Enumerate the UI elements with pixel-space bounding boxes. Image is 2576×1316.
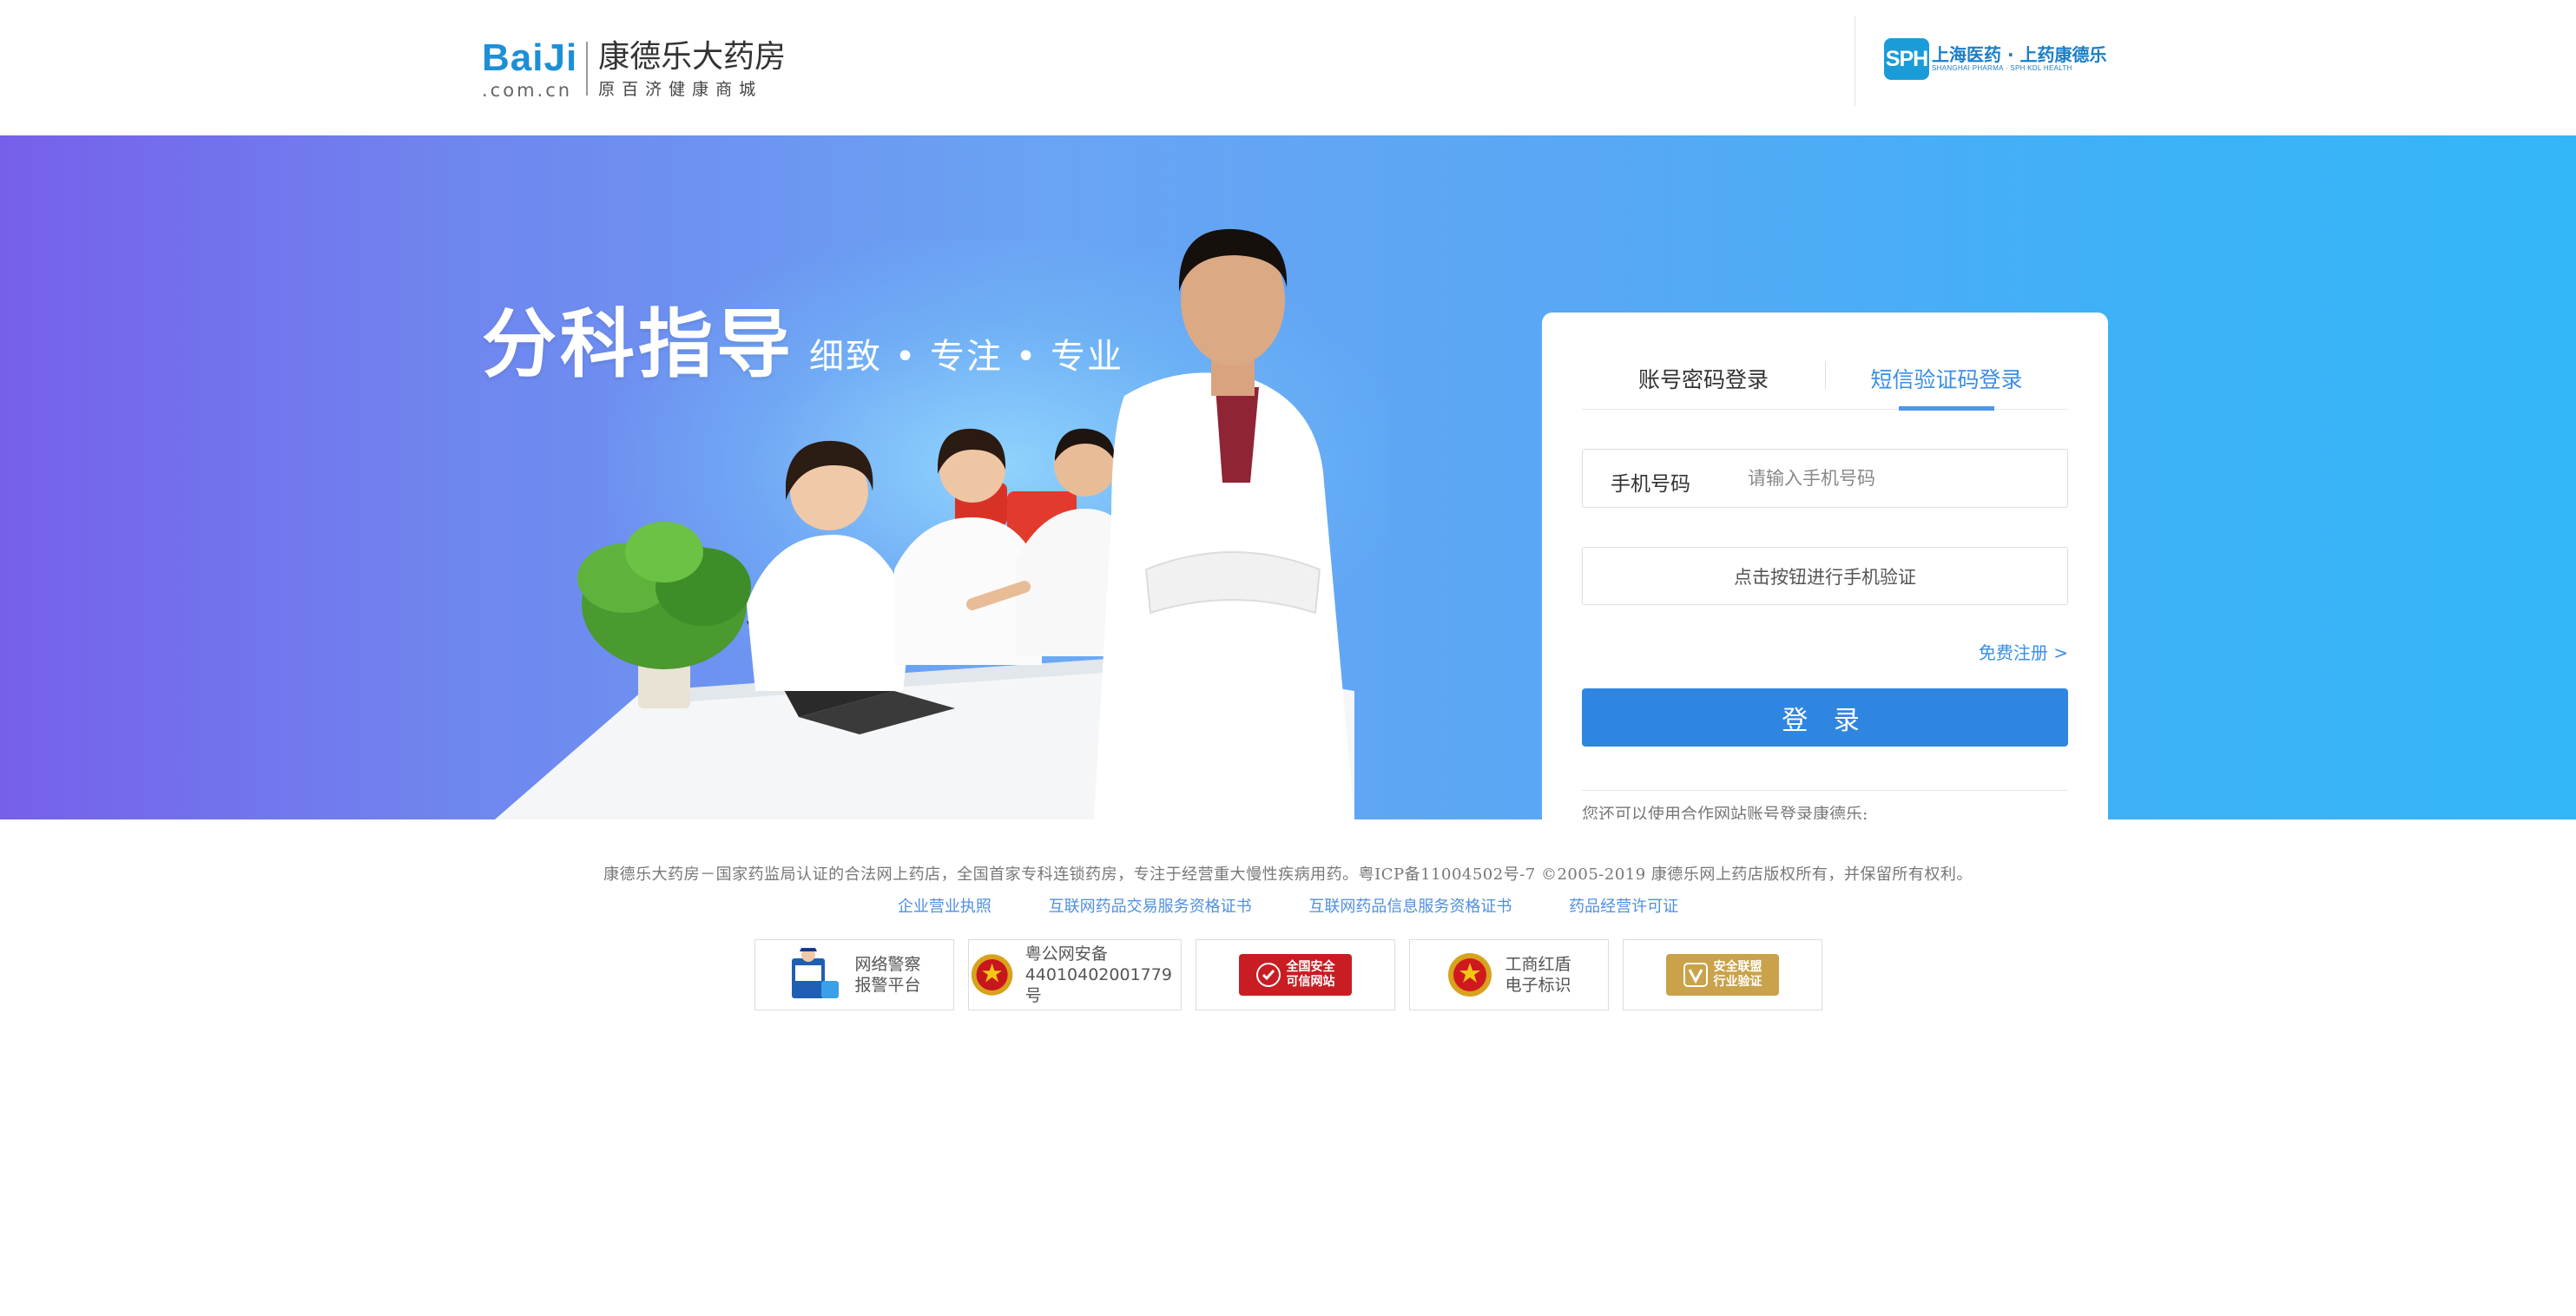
logo-store-name: 康德乐大药房: [598, 39, 787, 75]
register-link[interactable]: 免费注册 >: [1979, 639, 2068, 664]
logo-domain: .com.cn: [482, 80, 573, 101]
plant-shape: [577, 522, 751, 708]
login-card: 账号密码登录 短信验证码登录 手机号码 点击按钮进行手机验证 免费注册 > 登 …: [1542, 313, 2108, 819]
sph-mark: SPH: [1884, 38, 1929, 80]
partner-login-text: 您还可以使用合作网站账号登录康德乐:: [1582, 805, 1868, 819]
sph-name-en: SHANGHAI PHARMA · SPH KDL HEALTH: [1932, 64, 2072, 72]
sph-partner-logo: SPH 上海医药 · 上药康德乐 SHANGHAI PHARMA · SPH K…: [1884, 38, 2107, 80]
badge-alliance-line2: 行业验证: [1713, 975, 1762, 989]
badge-trusted-site[interactable]: 全国安全 可信网站: [1195, 939, 1395, 1010]
phone-label: 手机号码: [1611, 473, 1690, 496]
badge-red-shield[interactable]: 工商红盾 电子标识: [1408, 939, 1609, 1010]
tab-password-login[interactable]: 账号密码登录: [1582, 363, 1825, 410]
hero-banner: 分科指导 细致 • 专注 • 专业 账号密码登录 短信验证码登录 手机号码 点击…: [0, 135, 2576, 819]
copyright-text: 康德乐大药房－国家药监局认证的合法网上药店，全国首家专科连锁药房，专注于经营重大…: [603, 865, 1973, 884]
phone-field: 手机号码: [1582, 449, 2068, 508]
phone-input[interactable]: [1746, 458, 2059, 498]
link-trade-certificate[interactable]: 互联网药品交易服务资格证书: [1049, 898, 1252, 916]
doctor-standing: [1094, 228, 1354, 819]
badge-beian-line2: 44010402001779号: [1024, 965, 1172, 1005]
badge-icbc-line1: 工商红盾: [1505, 955, 1571, 974]
sph-name: 上海医药 · 上药康德乐: [1932, 44, 2107, 65]
card-divider: [1582, 790, 2068, 791]
tab-sms-login[interactable]: 短信验证码登录: [1825, 363, 2068, 410]
badge-public-security-beian[interactable]: 粤公网安备 44010402001779号: [967, 939, 1182, 1010]
badge-police-line1: 网络警察: [854, 955, 921, 974]
logo-separator: [586, 42, 589, 95]
red-shield-emblem-icon: [1448, 953, 1492, 997]
login-button[interactable]: 登 录: [1582, 688, 2068, 747]
alliance-seal: 安全联盟 行业验证: [1665, 954, 1779, 996]
badge-alliance-line1: 安全联盟: [1713, 960, 1762, 974]
badge-safe-line1: 全国安全: [1286, 960, 1335, 974]
logo-wordmark: BaiJi: [482, 36, 578, 79]
site-footer: 康德乐大药房－国家药监局认证的合法网上药店，全国首家专科连锁药房，专注于经营重大…: [0, 819, 2576, 1316]
logo-slogan: 原百济健康商城: [598, 80, 763, 99]
badge-safe-line2: 可信网站: [1286, 975, 1335, 989]
badge-police-line2: 报警平台: [854, 976, 921, 995]
verified-v-icon: [1683, 963, 1708, 987]
badge-icbc-line2: 电子标识: [1505, 976, 1571, 995]
badge-beian-line1: 粤公网安备: [1024, 944, 1108, 964]
link-info-certificate[interactable]: 互联网药品信息服务资格证书: [1308, 898, 1512, 916]
login-tabs: 账号密码登录 短信验证码登录: [1582, 347, 2068, 411]
doctor-seated-1: [747, 440, 912, 691]
active-tab-indicator: [1899, 406, 1994, 411]
police-icon: [792, 948, 840, 998]
site-header: BaiJi .com.cn 康德乐大药房 原百济健康商城 SPH 上海医药 · …: [0, 0, 2576, 135]
banner-tagline: 细致 • 专注 • 专业: [809, 337, 1124, 377]
trusted-site-seal: 全国安全 可信网站: [1238, 954, 1352, 996]
banner-headline: 分科指导: [482, 301, 794, 388]
national-emblem-icon: [971, 954, 1012, 996]
footer-links: 企业营业执照 互联网药品交易服务资格证书 互联网药品信息服务资格证书 药品经营许…: [0, 894, 2576, 917]
link-drug-license[interactable]: 药品经营许可证: [1569, 898, 1678, 916]
badge-cyber-police[interactable]: 网络警察 报警平台: [754, 939, 954, 1010]
phone-verify-button[interactable]: 点击按钮进行手机验证: [1582, 547, 2068, 605]
baiji-logo[interactable]: BaiJi .com.cn 康德乐大药房 原百济健康商城: [482, 36, 787, 102]
badge-security-alliance[interactable]: 安全联盟 行业验证: [1622, 939, 1822, 1010]
trust-badges: 网络警察 报警平台 粤公网安备 44010402001779号 全国安全 可信网…: [0, 939, 2576, 1010]
link-business-license[interactable]: 企业营业执照: [898, 898, 992, 916]
shield-check-icon: [1255, 963, 1281, 987]
